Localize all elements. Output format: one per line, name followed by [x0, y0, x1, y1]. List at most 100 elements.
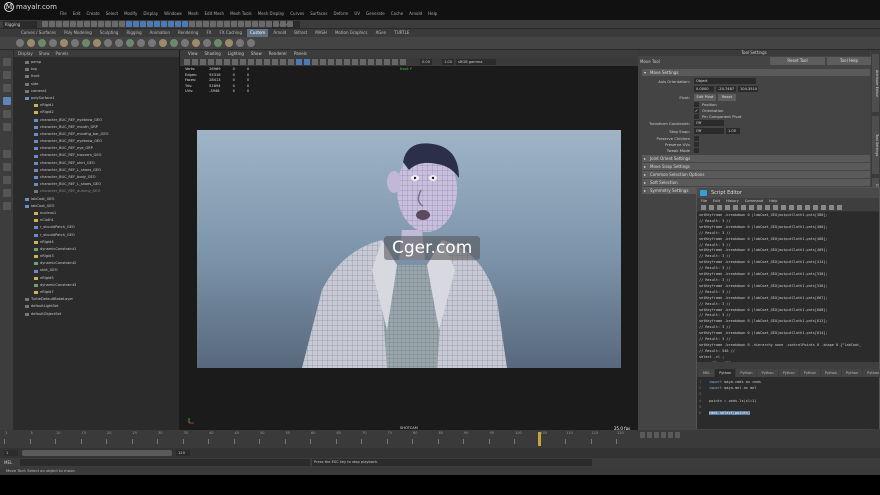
outliner-item[interactable]: nRigid2 — [14, 109, 179, 116]
scale-tool-icon[interactable] — [3, 123, 11, 131]
status-tool-icon[interactable] — [49, 21, 55, 27]
status-tool-icon[interactable] — [56, 21, 62, 27]
status-tool-icon[interactable] — [70, 21, 76, 27]
outliner-item[interactable]: character_BUC_REF_dummy_GEO — [14, 188, 179, 195]
viewport-tool-icon[interactable] — [320, 59, 326, 65]
script-tool-icon[interactable] — [733, 205, 738, 210]
script-tool-icon[interactable] — [789, 205, 794, 210]
status-tool-icon[interactable] — [280, 21, 286, 27]
axis-orientation-dropdown[interactable]: Object — [694, 78, 756, 84]
outliner-menu-1[interactable]: Show — [39, 50, 50, 57]
shelf-button-icon[interactable] — [49, 39, 57, 47]
option-checkbox[interactable] — [694, 147, 699, 153]
viewport-tool-icon[interactable] — [328, 59, 334, 65]
outliner-item[interactable]: character_BUC_REF_shirt_GEO — [14, 160, 179, 167]
viewport-tool-icon[interactable] — [256, 59, 262, 65]
viewport-tool-icon[interactable] — [208, 59, 214, 65]
viewport-tool-icon[interactable] — [304, 59, 310, 65]
shelf-tab[interactable]: Rendering — [175, 29, 201, 37]
shelf-tab[interactable]: Sculpting — [97, 29, 122, 37]
viewport-menu-4[interactable]: Renderer — [269, 50, 287, 58]
outliner-item[interactable]: character_BUC_REF_L_shoes_GEO — [14, 181, 179, 188]
viewport-menu-3[interactable]: Show — [251, 50, 262, 58]
menu-15[interactable]: Generate — [366, 11, 385, 16]
shelf-tab[interactable]: Custom — [247, 29, 269, 37]
script-tab[interactable]: Python — [715, 369, 736, 377]
viewport-tool-icon[interactable] — [296, 59, 302, 65]
status-tool-icon[interactable] — [217, 21, 223, 27]
script-history[interactable]: setKeyframe -breakdown 0 |labCoat_GEO|ou… — [697, 212, 879, 362]
shelf-button-icon[interactable] — [126, 39, 134, 47]
status-tool-icon[interactable] — [119, 21, 125, 27]
viewport-tool-icon[interactable] — [248, 59, 254, 65]
pivot-checkbox[interactable] — [694, 113, 699, 119]
colorspace-dropdown[interactable]: sRGB gamma — [456, 59, 496, 65]
viewport-menu-5[interactable]: Panels — [294, 50, 307, 58]
script-editor-titlebar[interactable]: Script Editor — [697, 188, 879, 198]
shelf-button-icon[interactable] — [247, 39, 255, 47]
shelf-button-icon[interactable] — [60, 39, 68, 47]
shelf-tab[interactable]: Poly Modeling — [61, 29, 95, 37]
shelf-button-icon[interactable] — [82, 39, 90, 47]
viewport-tool-icon[interactable] — [192, 59, 198, 65]
shelf-button-icon[interactable] — [115, 39, 123, 47]
step-back-icon[interactable] — [647, 432, 652, 438]
menu-2[interactable]: Create — [86, 11, 99, 16]
menu-17[interactable]: Arnold — [409, 11, 422, 16]
option-checkbox[interactable] — [694, 135, 699, 141]
menu-4[interactable]: Modify — [124, 11, 137, 16]
viewport-tool-icon[interactable] — [368, 59, 374, 65]
range-end-field[interactable]: 120 — [176, 450, 190, 456]
menu-set-selector[interactable]: Rigging — [3, 21, 37, 28]
menu-14[interactable]: UV — [354, 11, 360, 16]
shelf-tab[interactable]: Arnold — [270, 29, 289, 37]
step-forward-icon[interactable] — [668, 432, 673, 438]
viewport-tool-icon[interactable] — [360, 59, 366, 65]
y-field[interactable]: -20.7487 — [716, 86, 736, 92]
outliner-item[interactable]: nCloth1 — [14, 217, 179, 224]
shelf-button-icon[interactable] — [225, 39, 233, 47]
outliner-item[interactable]: dynamicConstraint1 — [14, 246, 179, 253]
viewport-tool-icon[interactable] — [288, 59, 294, 65]
shelf-tab[interactable]: Motion Graphics — [332, 29, 371, 37]
status-tool-icon[interactable] — [112, 21, 118, 27]
status-tool-icon[interactable] — [63, 21, 69, 27]
shelf-tab[interactable]: Curves / Surfaces — [18, 29, 59, 37]
outliner-item[interactable]: nRigid3 — [14, 253, 179, 260]
status-tool-icon[interactable] — [273, 21, 279, 27]
outliner-item[interactable]: polySurface1 — [14, 95, 179, 102]
command-input[interactable] — [20, 459, 310, 466]
viewport-tool-icon[interactable] — [184, 59, 190, 65]
viewport-tool-icon[interactable] — [344, 59, 350, 65]
script-tool-icon[interactable] — [701, 205, 706, 210]
script-tool-icon[interactable] — [749, 205, 754, 210]
menu-9[interactable]: Mesh Tools — [230, 11, 252, 16]
menu-13[interactable]: Deform — [333, 11, 348, 16]
range-bar[interactable] — [22, 450, 172, 456]
script-tool-icon[interactable] — [741, 205, 746, 210]
outliner-menu-0[interactable]: Display — [18, 50, 33, 57]
menu-5[interactable]: Display — [143, 11, 158, 16]
step-snap-dropdown[interactable]: Off — [694, 128, 724, 134]
gamma-field[interactable]: 1.00 — [442, 59, 454, 65]
viewport-tool-icon[interactable] — [352, 59, 358, 65]
x-field[interactable]: 0.0000 — [694, 86, 714, 92]
layout-four-icon[interactable] — [3, 163, 11, 171]
script-tool-icon[interactable] — [797, 205, 802, 210]
menu-7[interactable]: Mesh — [188, 11, 199, 16]
shelf-button-icon[interactable] — [16, 39, 24, 47]
viewport-tool-icon[interactable] — [272, 59, 278, 65]
status-tool-icon[interactable] — [161, 21, 167, 27]
shelf-button-icon[interactable] — [93, 39, 101, 47]
viewport-tool-icon[interactable] — [264, 59, 270, 65]
menu-1[interactable]: Edit — [73, 11, 81, 16]
outliner-item[interactable]: nRigid1 — [14, 102, 179, 109]
script-tool-icon[interactable] — [765, 205, 770, 210]
viewport-tool-icon[interactable] — [280, 59, 286, 65]
transform-constraint-dropdown[interactable]: Off — [694, 120, 724, 126]
collapsed-section[interactable]: Joint Orient Settings — [642, 155, 870, 162]
script-tab[interactable]: Python — [863, 369, 880, 377]
script-tab[interactable]: Python — [799, 369, 820, 377]
outliner-item[interactable]: dynamicConstraint2 — [14, 260, 179, 267]
script-tool-icon[interactable] — [805, 205, 810, 210]
